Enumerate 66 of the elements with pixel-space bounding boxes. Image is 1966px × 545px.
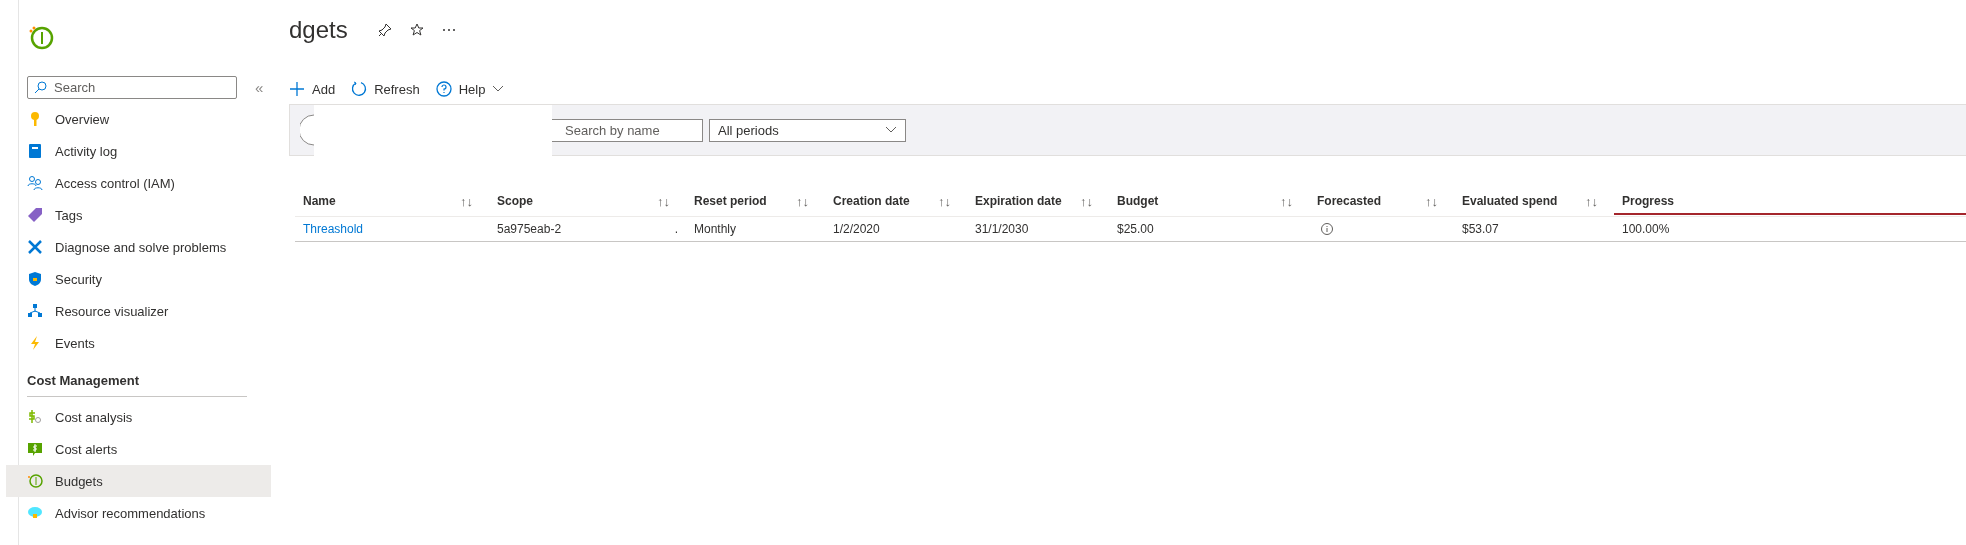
chevron-down-icon bbox=[885, 126, 897, 134]
sidebar-item[interactable]: Cost analysis bbox=[19, 401, 271, 433]
table-cell: 31/1/2030 bbox=[975, 222, 1029, 236]
column-header[interactable]: Reset period ↑↓ bbox=[686, 186, 825, 217]
shield-icon bbox=[27, 271, 43, 287]
refresh-icon bbox=[351, 81, 368, 97]
chevron-down-icon bbox=[492, 85, 505, 93]
sort-icon[interactable]: ↑↓ bbox=[796, 193, 809, 209]
tag-icon bbox=[27, 207, 43, 223]
info-icon[interactable] bbox=[1321, 223, 1333, 235]
more-icon[interactable] bbox=[441, 28, 456, 32]
toolbar-button[interactable]: Help bbox=[435, 81, 505, 97]
table-cell: $53.07 bbox=[1462, 222, 1499, 236]
column-header[interactable]: Budget ↑↓ bbox=[1109, 186, 1309, 217]
hierarchy-icon bbox=[27, 303, 43, 319]
period-dropdown[interactable]: All periods bbox=[709, 118, 906, 142]
toolbar-button[interactable]: Refresh bbox=[351, 81, 420, 97]
budget-logo-icon bbox=[27, 24, 55, 52]
sidebar-item[interactable]: Access control (IAM) bbox=[19, 167, 271, 199]
sidebar-item[interactable]: Cost alerts bbox=[19, 433, 271, 465]
sidebar-item[interactable]: Security bbox=[19, 263, 271, 295]
sidebar-item[interactable]: Tags bbox=[19, 199, 271, 231]
dollar-bubble-icon bbox=[27, 441, 43, 457]
sidebar-item[interactable]: Advisor recommendations bbox=[19, 497, 271, 529]
table-cell: 1/2/2020 bbox=[833, 222, 880, 236]
sidebar-item[interactable]: Events bbox=[19, 327, 271, 359]
sort-icon[interactable]: ↑↓ bbox=[460, 193, 473, 209]
people-icon bbox=[27, 175, 43, 191]
budget-name-link[interactable]: Threashold bbox=[303, 222, 364, 236]
page-title: dgets bbox=[289, 16, 348, 44]
sidebar-item[interactable]: Diagnose and solve problems bbox=[19, 231, 271, 263]
column-header[interactable]: Expiration date ↑↓ bbox=[967, 186, 1109, 217]
column-header[interactable]: Evaluated spend ↑↓ bbox=[1454, 186, 1614, 217]
sort-icon[interactable]: ↑↓ bbox=[1280, 193, 1293, 209]
star-icon[interactable] bbox=[409, 23, 424, 37]
book-icon bbox=[27, 143, 43, 159]
search-icon bbox=[34, 81, 47, 94]
section-title: Cost Management bbox=[27, 373, 247, 397]
sort-icon[interactable]: ↑↓ bbox=[938, 193, 951, 209]
help-icon bbox=[435, 81, 452, 97]
cloud-icon bbox=[27, 505, 43, 521]
table-cell: 5a975eab-2 bbox=[497, 222, 562, 236]
search-field[interactable]: Search bbox=[27, 76, 237, 99]
sort-icon[interactable]: ↑↓ bbox=[1080, 193, 1093, 209]
table-cell: Monthly bbox=[694, 222, 737, 236]
dollar-cycle-icon bbox=[27, 473, 43, 489]
sort-icon[interactable]: ↑↓ bbox=[1585, 193, 1598, 209]
sort-icon[interactable]: ↑↓ bbox=[1425, 193, 1438, 209]
table-cell: $25.00 bbox=[1117, 222, 1154, 236]
sidebar-item[interactable]: Resource visualizer bbox=[19, 295, 271, 327]
column-header[interactable]: Scope ↑↓ bbox=[489, 186, 686, 217]
sort-icon[interactable]: ↑↓ bbox=[657, 193, 670, 209]
column-header[interactable]: Forecasted ↑↓ bbox=[1309, 186, 1454, 217]
sidebar-item[interactable]: Activity log bbox=[19, 135, 271, 167]
dollar-magnifier-icon bbox=[27, 409, 43, 425]
sidebar-item[interactable]: Overview bbox=[19, 103, 271, 135]
collapse-button[interactable]: « bbox=[255, 79, 264, 96]
sidebar-item[interactable]: Budgets bbox=[6, 465, 271, 497]
plus-icon bbox=[289, 81, 305, 97]
table-cell: 100.00% bbox=[1622, 222, 1670, 236]
toolbar-button[interactable]: Add bbox=[289, 81, 336, 97]
table-cell: . bbox=[674, 222, 678, 236]
pin-icon[interactable] bbox=[377, 23, 392, 37]
filter-pill[interactable] bbox=[300, 114, 314, 146]
column-header[interactable]: Creation date ↑↓ bbox=[825, 186, 967, 217]
column-header[interactable]: Name ↑↓ bbox=[295, 186, 489, 217]
